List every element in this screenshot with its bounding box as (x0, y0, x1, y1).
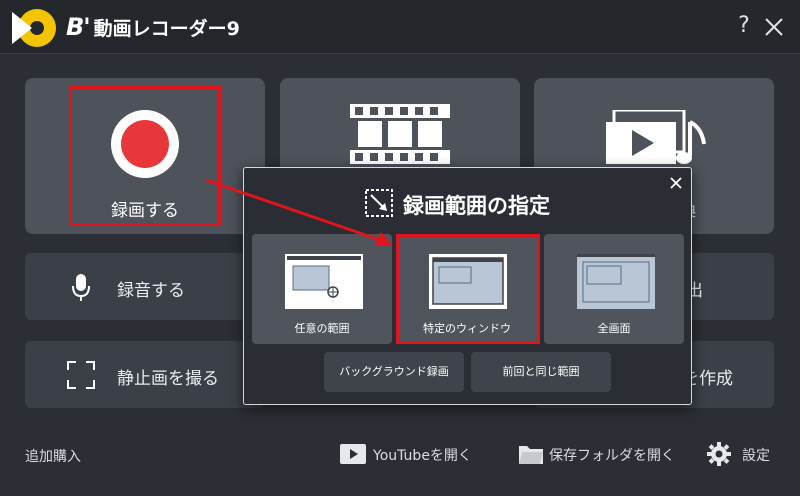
option-full-screen[interactable]: 全画面 (544, 234, 684, 344)
settings-link[interactable]: 設定 (742, 445, 770, 465)
capture-frame-icon (67, 361, 95, 389)
option-full-screen-label: 全画面 (597, 322, 631, 335)
app-window: B' 動画レコーダー9 ? 録画する 録音する 静止画を撮る 出 を作成 追加購… (0, 0, 800, 496)
youtube-icon[interactable] (340, 444, 366, 464)
custom-range-thumbnail-icon (285, 254, 363, 309)
microphone-icon (72, 274, 90, 301)
screenshot-button[interactable]: 静止画を撮る (25, 341, 265, 408)
popup-close-icon[interactable] (669, 176, 683, 190)
gear-icon[interactable] (707, 442, 731, 466)
brand-mark: B' (66, 13, 91, 41)
popup-title: 録画範囲の指定 (403, 194, 550, 218)
folder-icon[interactable] (518, 443, 544, 465)
window-option-highlight-box (396, 234, 540, 344)
close-icon[interactable] (762, 12, 786, 40)
same-as-last-range-button[interactable]: 前回と同じ範囲 (471, 352, 611, 392)
background-record-button[interactable]: バックグラウンド録画 (324, 352, 464, 392)
full-screen-thumbnail-icon (577, 254, 655, 309)
open-youtube-link[interactable]: YouTubeを開く (373, 445, 472, 465)
screenshot-label: 静止画を撮る (117, 369, 219, 389)
record-audio-button[interactable]: 録音する (25, 253, 265, 320)
record-audio-label: 録音する (117, 281, 185, 301)
app-brand: B' 動画レコーダー9 (66, 13, 240, 41)
help-button[interactable]: ? (734, 13, 754, 38)
record-highlight-box (69, 86, 221, 226)
app-title: 動画レコーダー9 (93, 17, 240, 40)
add-purchase-link[interactable]: 追加購入 (25, 446, 81, 466)
app-logo-icon (12, 9, 56, 47)
open-save-folder-link[interactable]: 保存フォルダを開く (549, 445, 675, 465)
record-range-popup: 録画範囲の指定 任意の範囲 特定のウィンドウ 全画面 バックグラウンド録画 前回… (243, 167, 692, 405)
option-custom-range[interactable]: 任意の範囲 (252, 234, 392, 344)
media-convert-icon (606, 110, 706, 164)
select-range-icon (365, 189, 393, 217)
film-icon (350, 104, 450, 164)
option-custom-range-label: 任意の範囲 (294, 322, 350, 335)
title-bar: B' 動画レコーダー9 ? (0, 0, 800, 54)
